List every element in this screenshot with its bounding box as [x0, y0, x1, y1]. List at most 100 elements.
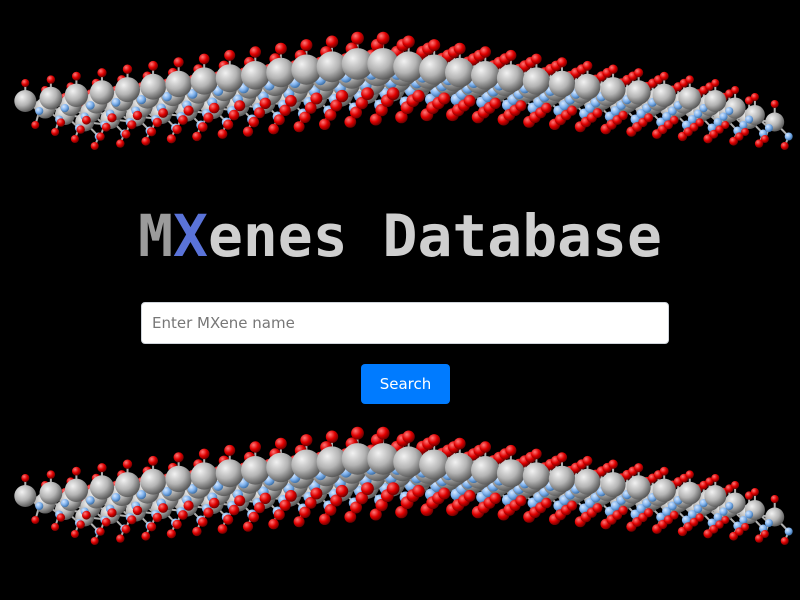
oxygen-atom: [96, 527, 105, 536]
carbon-atom: [745, 510, 754, 519]
metal-atom: [115, 77, 140, 103]
carbon-atom: [35, 502, 44, 510]
oxygen-atom: [669, 115, 679, 125]
oxygen-atom: [203, 507, 214, 518]
oxygen-atom: [659, 71, 669, 81]
oxygen-atom: [208, 102, 220, 114]
oxygen-atom: [741, 128, 750, 136]
metal-atom: [64, 83, 89, 108]
oxygen-atom: [721, 516, 730, 524]
oxygen-atom: [268, 518, 279, 530]
oxygen-atom: [173, 452, 184, 463]
oxygen-atom: [592, 503, 603, 513]
oxygen-atom: [566, 500, 578, 511]
oxygen-atom: [166, 529, 176, 539]
carbon-atom: [111, 98, 121, 107]
metal-atom: [266, 57, 296, 88]
oxygen-atom: [96, 132, 105, 141]
metal-atom: [704, 485, 727, 507]
metal-atom: [115, 472, 140, 498]
oxygen-atom: [592, 108, 603, 118]
oxygen-atom: [582, 60, 593, 71]
oxygen-atom: [148, 60, 159, 71]
oxygen-atom: [152, 512, 162, 523]
oxygen-atom: [556, 452, 568, 463]
oxygen-atom: [173, 57, 184, 68]
oxygen-atom: [721, 121, 730, 129]
oxygen-atom: [217, 129, 228, 139]
metal-atom: [678, 86, 702, 110]
oxygen-atom: [541, 497, 552, 509]
oxygen-atom: [273, 509, 285, 521]
oxygen-atom: [325, 430, 339, 443]
oxygen-atom: [197, 122, 208, 132]
oxygen-atom: [249, 441, 261, 453]
oxygen-atom: [172, 124, 182, 135]
oxygen-atom: [780, 142, 789, 150]
oxygen-atom: [72, 466, 81, 476]
oxygen-atom: [152, 117, 162, 128]
oxygen-atom: [147, 127, 157, 137]
carbon-atom: [86, 496, 95, 505]
oxygen-atom: [127, 515, 137, 525]
carbon-atom: [764, 519, 773, 527]
oxygen-atom: [141, 136, 151, 146]
search-button[interactable]: Search: [361, 364, 450, 404]
metal-atom: [574, 468, 601, 495]
oxygen-atom: [148, 455, 159, 466]
oxygen-atom: [453, 42, 466, 55]
metal-atom: [548, 70, 576, 98]
oxygen-atom: [158, 503, 169, 513]
oxygen-atom: [198, 53, 210, 65]
oxygen-atom: [479, 46, 491, 58]
oxygen-atom: [659, 466, 669, 476]
oxygen-atom: [46, 470, 56, 479]
carbon-atom: [784, 527, 793, 536]
oxygen-atom: [234, 495, 246, 507]
oxygen-atom: [515, 100, 527, 112]
oxygen-atom: [90, 142, 99, 150]
oxygen-atom: [132, 110, 143, 121]
oxygen-atom: [293, 516, 305, 528]
oxygen-atom: [463, 95, 476, 107]
oxygen-atom: [618, 110, 628, 121]
oxygen-atom: [760, 135, 769, 143]
oxygen-atom: [428, 434, 441, 447]
metal-atom: [89, 475, 115, 500]
oxygen-atom: [285, 490, 297, 502]
oxygen-atom: [127, 120, 137, 130]
oxygen-atom: [82, 115, 91, 125]
metal-atom: [190, 462, 218, 490]
oxygen-atom: [228, 504, 240, 516]
oxygen-atom: [541, 102, 552, 114]
oxygen-atom: [634, 68, 644, 78]
metal-atom: [626, 80, 651, 105]
mxene-structure-illustration-top: [14, 31, 793, 150]
title-letter-m: M: [138, 202, 174, 270]
oxygen-atom: [223, 119, 234, 130]
oxygen-atom: [234, 100, 246, 112]
metal-atom: [14, 485, 37, 507]
oxygen-atom: [76, 125, 85, 134]
search-input[interactable]: [141, 302, 669, 344]
oxygen-atom: [608, 64, 618, 74]
oxygen-atom: [731, 481, 740, 489]
oxygen-atom: [56, 513, 66, 522]
oxygen-atom: [412, 89, 425, 103]
page-title: MXenes Database: [0, 198, 800, 274]
oxygen-atom: [224, 49, 236, 61]
oxygen-atom: [70, 135, 79, 143]
oxygen-atom: [463, 490, 476, 502]
metal-atom: [89, 80, 115, 105]
metal-atom: [241, 456, 270, 485]
oxygen-atom: [166, 134, 176, 144]
metal-atom: [64, 478, 89, 502]
oxygen-atom: [97, 68, 107, 78]
oxygen-atom: [121, 524, 131, 534]
oxygen-atom: [228, 109, 240, 121]
oxygen-atom: [56, 118, 66, 127]
oxygen-atom: [254, 502, 265, 514]
oxygen-atom: [248, 116, 260, 128]
oxygen-atom: [453, 437, 466, 450]
oxygen-atom: [97, 463, 107, 473]
